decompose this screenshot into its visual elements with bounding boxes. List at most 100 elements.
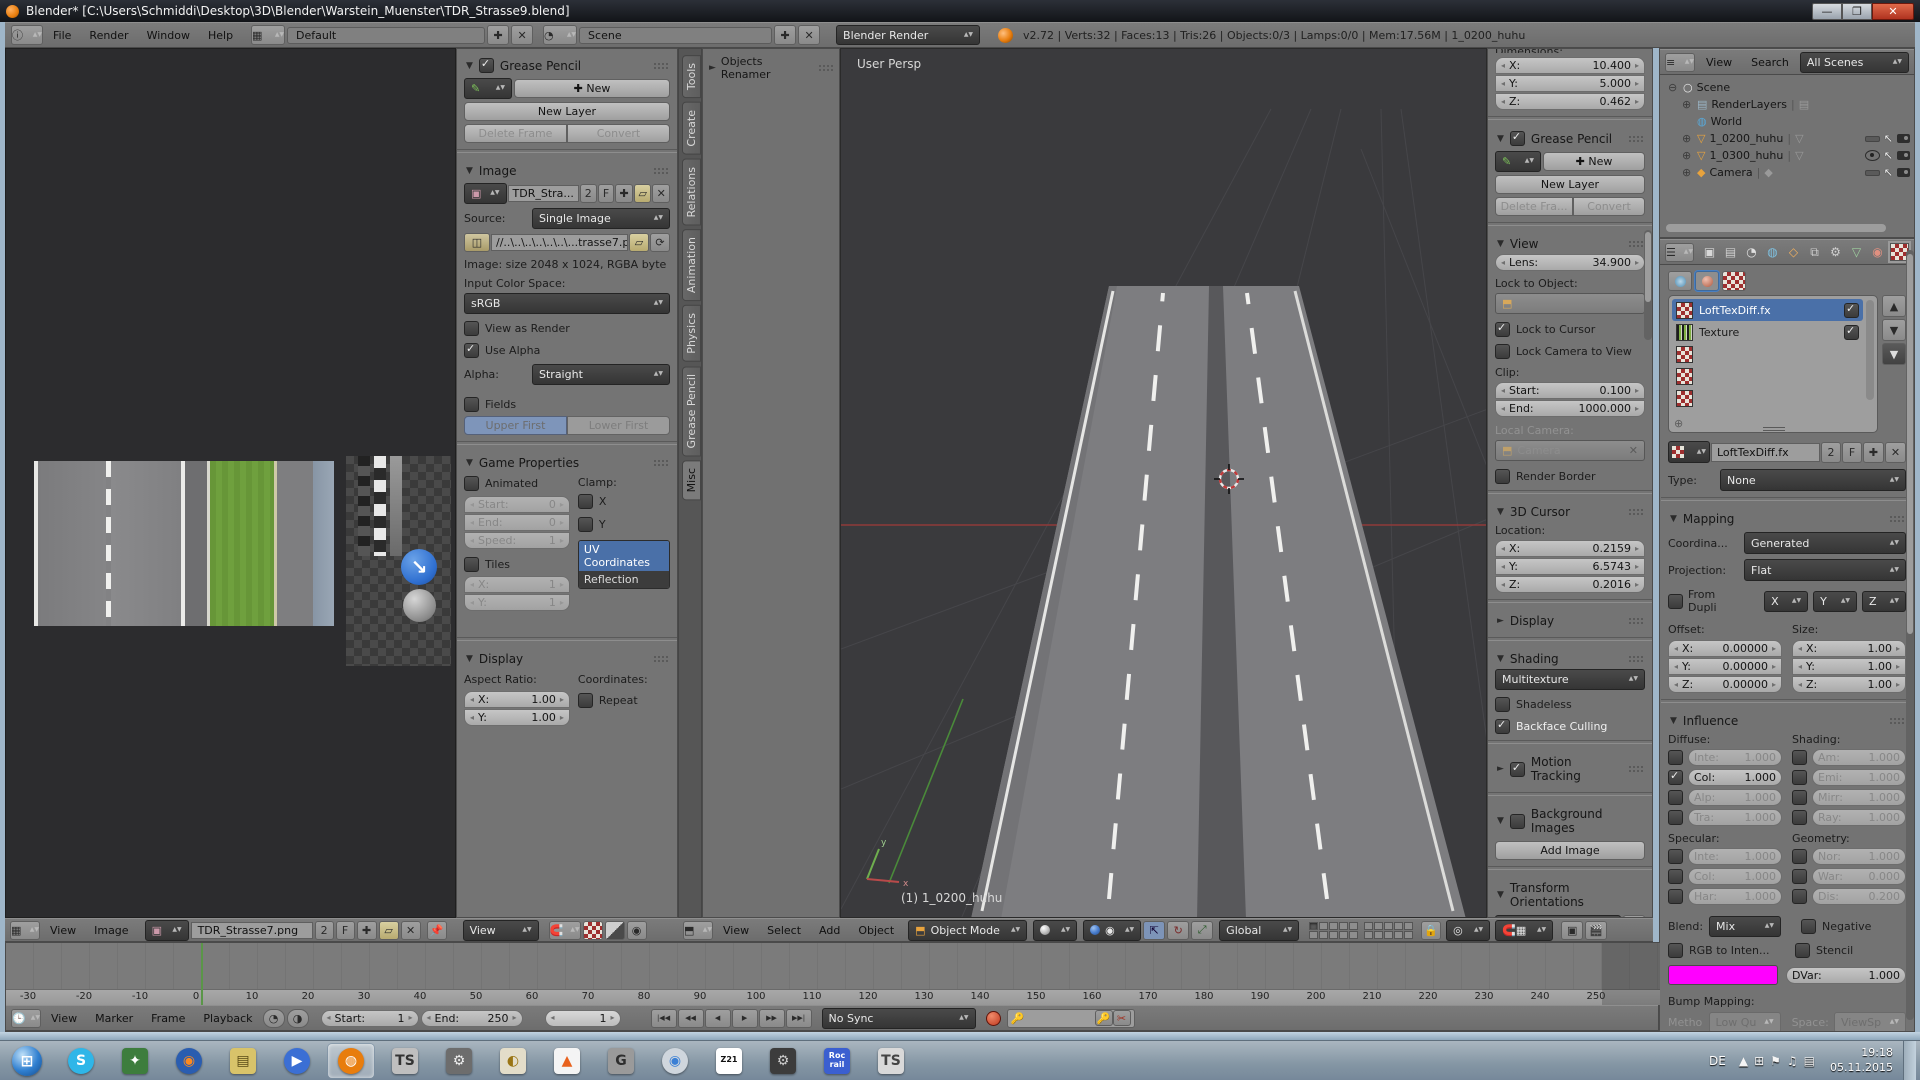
timeline-track-area[interactable]: [6, 943, 1660, 989]
cursor-y-field[interactable]: ◂Y:6.5743▸: [1495, 558, 1645, 575]
backface-culling-checkbox[interactable]: [1495, 719, 1510, 734]
tray-icon-2[interactable]: ⚑: [1770, 1054, 1781, 1068]
axis-z-select[interactable]: Z▲▼: [1862, 591, 1906, 612]
cursor-z-field[interactable]: ◂Z:0.2016▸: [1495, 576, 1645, 593]
clamp-x-checkbox[interactable]: [578, 494, 593, 509]
insert-key-icon[interactable]: 🔑: [1095, 1010, 1113, 1026]
influence-checkbox[interactable]: [1792, 790, 1807, 805]
jump-start-button[interactable]: |◀◀: [651, 1009, 677, 1028]
repeat-checkbox[interactable]: [578, 693, 593, 708]
renderability-toggle[interactable]: [1897, 151, 1910, 160]
v3d-menu-view[interactable]: View: [715, 922, 757, 939]
render-border-checkbox[interactable]: [1495, 469, 1510, 484]
layer-button[interactable]: [1404, 931, 1413, 939]
path-browse-button[interactable]: ▱: [629, 233, 649, 252]
timeline-editor-type-icon[interactable]: 🕒▲▼: [11, 1009, 41, 1028]
proportional-edit-select[interactable]: ◎▲▼: [1446, 920, 1490, 941]
outliner-item-scene[interactable]: ⊖○Scene: [1666, 79, 1910, 96]
delete-frame-button[interactable]: Delete Frame: [464, 124, 567, 143]
tray-icon-3[interactable]: ♫: [1787, 1054, 1798, 1068]
texture-image-barriers[interactable]: [358, 456, 404, 556]
layer-button[interactable]: [1364, 922, 1373, 930]
negative-checkbox[interactable]: [1801, 919, 1816, 934]
panel-header-transform-orientations[interactable]: ▼Transform Orientations: [1495, 876, 1645, 912]
mode-select[interactable]: ⬒Object Mode▲▼: [908, 920, 1027, 941]
influence-checkbox[interactable]: [1668, 750, 1683, 765]
play-button[interactable]: ▶: [732, 1009, 758, 1028]
uv-menu-image[interactable]: Image: [86, 922, 136, 939]
influence-checkbox[interactable]: [1668, 889, 1683, 904]
uv-mode-select[interactable]: View▲▼: [463, 920, 539, 941]
slot-enable-checkbox[interactable]: [1844, 325, 1859, 340]
layer-button[interactable]: [1339, 922, 1348, 930]
influence-checkbox[interactable]: [1792, 849, 1807, 864]
slot-list-grip[interactable]: [1763, 427, 1785, 431]
panel-header-view[interactable]: ▼View: [1495, 232, 1645, 254]
pivot-select[interactable]: ◉▲▼: [1083, 920, 1141, 941]
layer-button[interactable]: [1339, 931, 1348, 939]
z21-icon[interactable]: Z21: [706, 1044, 752, 1078]
tl-frame-lock-icon[interactable]: ◑: [287, 1009, 309, 1028]
tool-tab-relations[interactable]: Relations: [682, 159, 701, 226]
local-camera-field[interactable]: ⬒Camera✕: [1495, 440, 1645, 461]
renderability-toggle[interactable]: [1897, 134, 1910, 143]
skype-icon[interactable]: S: [58, 1044, 104, 1078]
uv-pivot-icon[interactable]: ◉: [627, 921, 647, 940]
editor-type-info-icon[interactable]: ⓘ▲▼: [11, 25, 43, 45]
uv-snap-icon[interactable]: 🧲▲▼: [549, 921, 581, 940]
influence-checkbox[interactable]: [1792, 810, 1807, 825]
texture-slot[interactable]: [1672, 343, 1863, 365]
panel-header-motion-tracking[interactable]: ► Motion Tracking: [1495, 750, 1645, 786]
jump-end-button[interactable]: ▶▶|: [786, 1009, 812, 1028]
uv-pin-icon[interactable]: 📌: [427, 921, 447, 940]
tl-menu-view[interactable]: View: [43, 1010, 85, 1027]
shadeless-checkbox[interactable]: [1495, 697, 1510, 712]
tl-menu-marker[interactable]: Marker: [87, 1010, 141, 1027]
record-button[interactable]: [986, 1011, 1001, 1026]
blend-select[interactable]: Mix▲▼: [1709, 916, 1781, 937]
uv-image-unlink-button[interactable]: ✕: [401, 921, 421, 940]
outliner-filter-select[interactable]: All Scenes▲▼: [1800, 52, 1909, 73]
clip-start-field[interactable]: ◂Start:0.100▸: [1495, 382, 1645, 399]
image-open-button[interactable]: ▱: [634, 184, 652, 203]
media-player-icon[interactable]: ▶: [274, 1044, 320, 1078]
influence-value-field[interactable]: Mirr:1.000: [1812, 789, 1906, 806]
texture-add-button[interactable]: ✚: [1863, 442, 1884, 463]
offset-x-field[interactable]: ◂X:0.00000▸: [1668, 640, 1782, 657]
gp-3d-convert-button[interactable]: Convert: [1573, 197, 1645, 216]
texture-context-material-icon[interactable]: [1695, 271, 1719, 291]
panel-header-shading[interactable]: ▼Shading: [1495, 647, 1645, 669]
view3d-editor-type-icon[interactable]: ⬒▲▼: [683, 921, 713, 940]
renderability-toggle[interactable]: [1897, 168, 1910, 177]
properties-tab-object-icon[interactable]: ◇: [1785, 244, 1802, 260]
offset-z-field[interactable]: ◂Z:0.00000▸: [1668, 676, 1782, 693]
lens-field[interactable]: ◂Lens:34.900▸: [1495, 254, 1645, 271]
current-frame-line[interactable]: [201, 943, 203, 1005]
render-opengl-anim-icon[interactable]: 🎬: [1585, 921, 1607, 940]
influence-checkbox[interactable]: [1792, 750, 1807, 765]
texture-id-icon[interactable]: ▲▼: [1668, 441, 1710, 463]
layout-delete-button[interactable]: ✕: [511, 25, 533, 45]
fields-checkbox[interactable]: [464, 397, 479, 412]
manipulator-rotate-icon[interactable]: ↻: [1167, 921, 1189, 940]
current-frame-field[interactable]: ◂1▸: [545, 1010, 621, 1027]
background-images-checkbox[interactable]: [1510, 814, 1525, 829]
tiles-x-field[interactable]: ◂X:1▸: [464, 576, 570, 593]
tray-icon-4[interactable]: ▤: [1804, 1054, 1815, 1068]
image-users-button[interactable]: 2: [580, 184, 597, 203]
render-opengl-icon[interactable]: ▣: [1561, 921, 1583, 940]
viewport-shading-select[interactable]: ▲▼: [1033, 920, 1077, 941]
panel-header-mapping[interactable]: ▼Mapping: [1668, 507, 1906, 529]
panel-header-background-images[interactable]: ▼ Background Images: [1495, 802, 1645, 838]
v3d-menu-select[interactable]: Select: [759, 922, 809, 939]
manipulator-scale-icon[interactable]: ⤢: [1191, 921, 1213, 940]
shading-mode-select[interactable]: Multitexture▲▼: [1495, 669, 1645, 690]
influence-value-field[interactable]: Inte:1.000: [1688, 848, 1782, 865]
scene-delete-button[interactable]: ✕: [798, 25, 820, 45]
bump-space-select[interactable]: ViewSp▲▼: [1834, 1012, 1906, 1032]
panel-header-gp-3d[interactable]: ▼ Grease Pencil: [1495, 126, 1645, 149]
uv-image-editor[interactable]: ↘: [5, 48, 456, 918]
tray-icon-0[interactable]: ▲: [1739, 1054, 1748, 1068]
timeline-ruler[interactable]: -30-20-100102030405060708090100110120130…: [6, 989, 1660, 1005]
uv-image-open-button[interactable]: ▱: [379, 921, 399, 940]
